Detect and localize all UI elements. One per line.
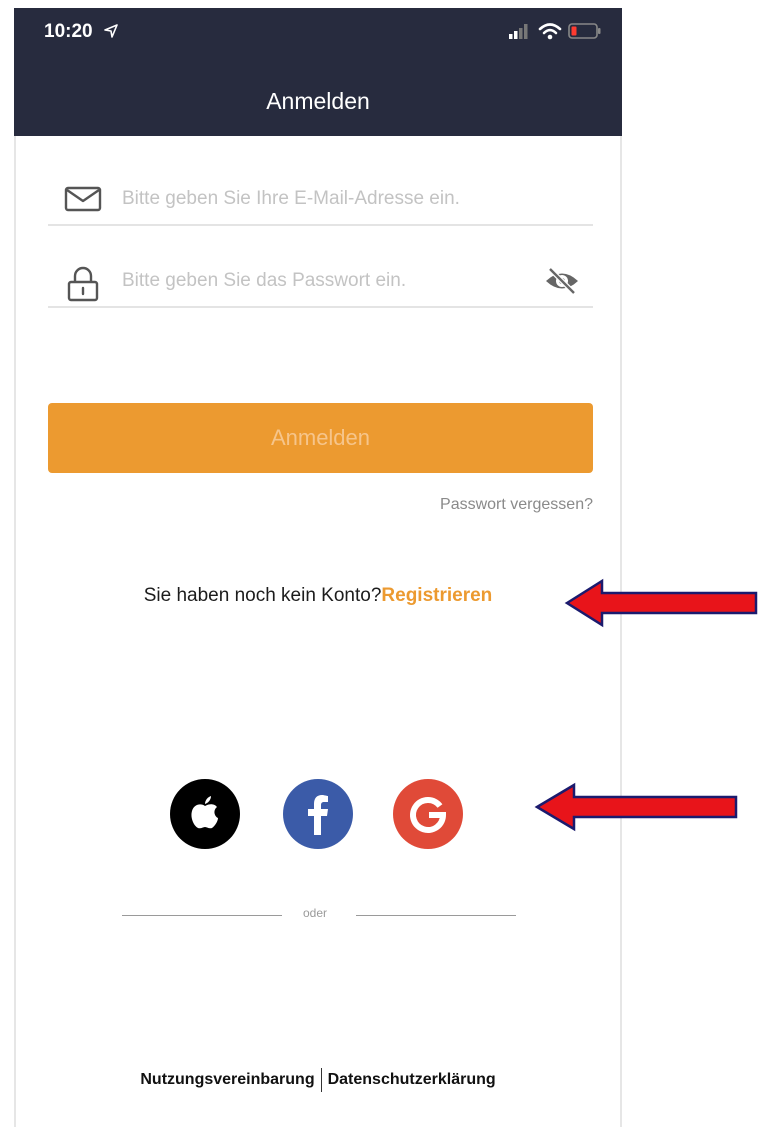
divider-line-right [356,915,516,916]
status-bar: 10:20 [14,8,622,54]
register-prompt-text: Sie haben noch kein Konto? [143,585,382,606]
eye-slash-icon[interactable] [543,266,581,296]
wifi-icon [538,23,562,40]
status-time: 10:20 [44,21,93,42]
divider-line-left [122,915,282,916]
email-input[interactable] [120,180,524,218]
register-prompt-row: Sie haben noch kein Konto?Registrieren [0,585,636,607]
facebook-icon [308,795,328,835]
battery-low-icon [568,23,601,39]
register-link[interactable]: Registrieren [381,585,492,606]
terms-link[interactable]: Nutzungsvereinbarung [140,1071,314,1088]
lock-icon [67,266,99,302]
location-arrow-icon [104,24,118,38]
page-title: Anmelden [266,88,370,114]
footer-links: Nutzungsvereinbarung Datenschutzerklärung [0,1068,636,1092]
annotation-arrow-register [564,578,758,628]
mail-icon [64,186,102,212]
nav-bar: Anmelden [14,54,622,136]
google-login-button[interactable] [393,779,463,849]
forgot-password-link[interactable]: Passwort vergessen? [440,496,593,514]
divider-label: oder [302,906,328,920]
annotation-arrow-social [534,782,738,832]
footer-separator [320,1068,322,1092]
apple-login-button[interactable] [170,779,240,849]
password-field [48,258,593,308]
facebook-login-button[interactable] [283,779,353,849]
password-input[interactable] [120,262,484,300]
email-field [48,176,593,226]
privacy-link[interactable]: Datenschutzerklärung [328,1071,496,1088]
apple-icon [191,796,218,829]
cellular-signal-icon [509,24,528,39]
login-button[interactable]: Anmelden [48,403,593,473]
google-icon [410,797,447,833]
